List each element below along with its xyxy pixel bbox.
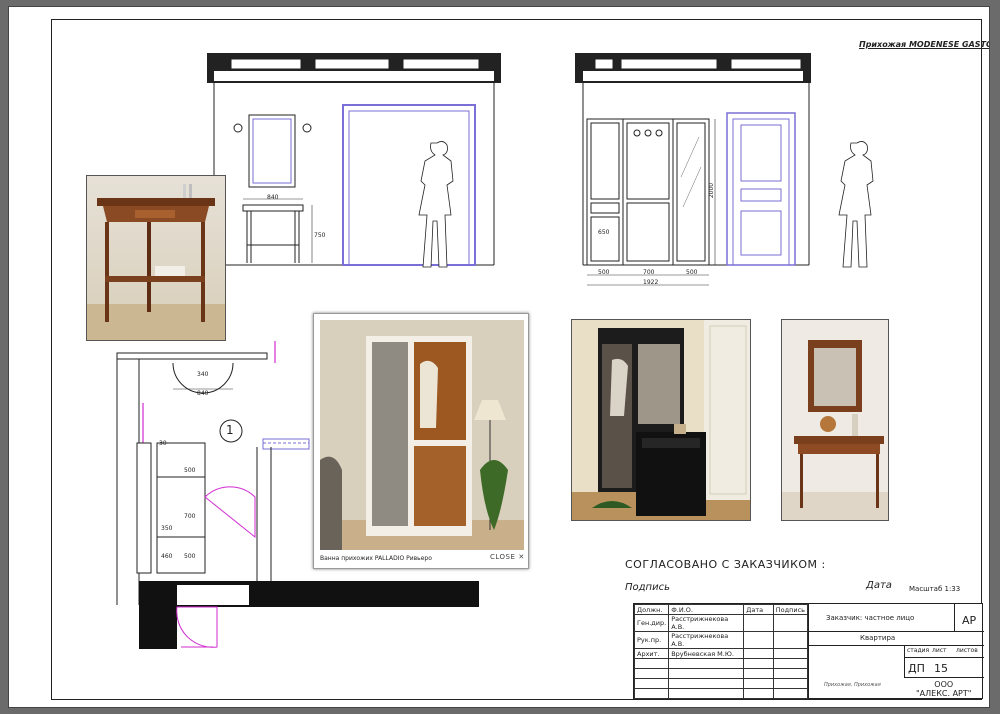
stamp-header-name: Ф.И.О.: [668, 604, 745, 615]
stamp-header-sign: Подпись: [772, 604, 809, 615]
title-block: Должн. Ф.И.О. Дата Подпись Ген.дир. Расстриж…: [633, 603, 984, 700]
popup-close-button[interactable]: CLOSE ✕: [490, 553, 525, 561]
approval-text: СОГЛАСОВАНО С ЗАКАЗЧИКОМ :: [625, 558, 826, 571]
plan-dim-700: 700: [184, 513, 196, 520]
stamp-sheet-label: лист: [932, 647, 947, 654]
stamp-role-1: Ген.дир.: [633, 614, 670, 632]
console-table-photo: [86, 175, 226, 341]
image-popup[interactable]: Ванна прихожих PALLADIO Ривьеро CLOSE ✕: [313, 313, 529, 569]
popup-image: [320, 320, 524, 550]
plan-dim-840: 840: [197, 390, 209, 397]
console-mirror-photo: [781, 319, 889, 521]
stamp-sheets-label: листов: [956, 647, 978, 654]
close-icon[interactable]: ✕: [515, 553, 524, 561]
plan-dim-500-b: 500: [184, 553, 196, 560]
drawing-sheet: Прихожая MODENESE GASTONE 840 7: [8, 6, 990, 708]
stamp-client: Заказчик: частное лицо: [826, 614, 915, 622]
stamp-company-small: Прихожая, Прихожая: [824, 682, 881, 688]
stamp-sheet-no: 15: [934, 662, 948, 675]
plan-dim-460: 460: [161, 553, 173, 560]
stamp-name-1: Расстрижнекова А.В.: [668, 614, 745, 632]
signature-label: Подпись: [625, 582, 670, 593]
plan-dim-500: 500: [184, 467, 196, 474]
date-label: Дата: [866, 580, 892, 591]
stamp-name-3: Врубневская М.Ю.: [668, 648, 745, 659]
stamp-role-3: Архит.: [633, 648, 670, 659]
close-label: CLOSE: [490, 553, 516, 561]
room-number: 1: [226, 423, 234, 437]
stamp-header-date: Дата: [743, 604, 774, 615]
stamp-company: ООО "АЛЕКС. АРТ": [916, 680, 972, 698]
plan-dim-340: 340: [197, 371, 209, 378]
plan-dim-350: 350: [161, 525, 173, 532]
stamp-stage-label: стадия: [907, 647, 930, 654]
stamp-object: Квартира: [860, 634, 896, 642]
scale-label: Масштаб 1:33: [909, 585, 961, 593]
stamp-code: АР: [962, 614, 977, 627]
plan-dim-30: 30: [159, 440, 167, 447]
stamp-header-role: Должн.: [633, 604, 670, 615]
stamp-role-2: Рук.пр.: [633, 631, 670, 649]
stamp-stage: ДП: [908, 662, 925, 675]
stamp-name-2: Расстрижнекова А.В.: [668, 631, 745, 649]
popup-caption: Ванна прихожих PALLADIO Ривьеро: [320, 555, 432, 562]
hallway-photo-1: [571, 319, 751, 521]
